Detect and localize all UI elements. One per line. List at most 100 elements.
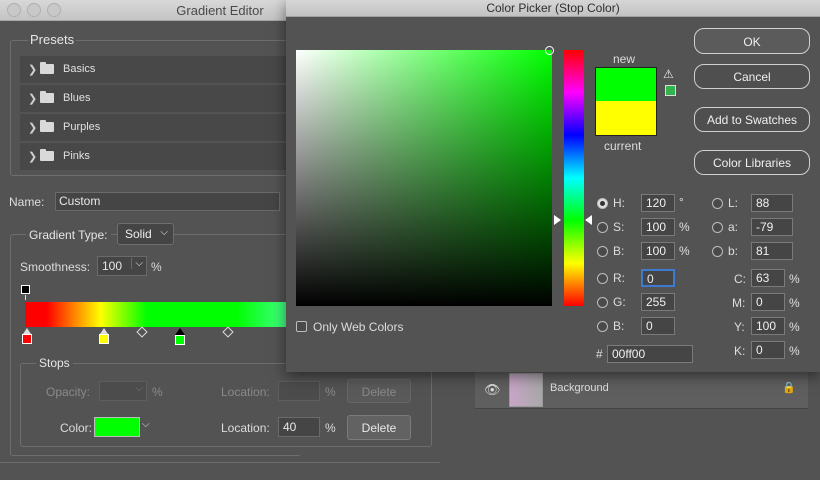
cyan-input[interactable]: 63 [751, 269, 785, 287]
a-channel-radio[interactable] [712, 222, 723, 233]
new-color-swatch [595, 67, 657, 102]
folder-icon [40, 149, 54, 161]
green-radio[interactable] [597, 297, 608, 308]
b-channel-radio[interactable] [712, 246, 723, 257]
opacity-stop-marker[interactable] [21, 285, 30, 294]
preset-folder-label: Pinks [63, 150, 90, 162]
hex-label: # [596, 347, 603, 361]
yellow-unit: % [789, 320, 800, 334]
hue-slider-right-arrow[interactable] [585, 215, 592, 225]
opacity-location-input-disabled [278, 381, 320, 401]
preset-folder-label: Blues [63, 92, 91, 104]
chevron-right-icon[interactable]: ❯ [28, 92, 37, 105]
gradient-type-value: Solid [125, 227, 152, 241]
black-input[interactable]: 0 [751, 341, 785, 359]
layer-row-background[interactable]: 👁 Background 🔒 [475, 372, 808, 408]
b-channel-input[interactable]: 81 [751, 242, 793, 260]
hue-slider[interactable] [564, 50, 584, 306]
gradient-preview-bar[interactable] [25, 302, 295, 327]
preset-folder-blues[interactable]: ❯ Blues [20, 85, 286, 112]
lock-icon: 🔒 [782, 382, 796, 394]
lightness-input[interactable]: 88 [751, 194, 793, 212]
blue-input[interactable]: 0 [641, 317, 675, 335]
layer-name: Background [550, 382, 609, 394]
gradient-type-dropdown[interactable]: Solid ⌵ [117, 223, 174, 245]
gradient-type-label: Gradient Type: [26, 228, 111, 242]
color-field[interactable] [296, 50, 552, 306]
yellow-label: Y: [734, 320, 745, 334]
color-stop-green[interactable] [175, 335, 185, 345]
red-radio[interactable] [597, 273, 608, 284]
brightness-label: B: [613, 244, 625, 258]
only-web-colors-checkbox[interactable] [296, 321, 307, 332]
color-field-cursor[interactable] [545, 46, 554, 55]
green-input[interactable]: 255 [641, 293, 675, 311]
brightness-radio[interactable] [597, 246, 608, 257]
smoothness-input[interactable]: 100 ⌵ [97, 256, 147, 276]
lightness-radio[interactable] [712, 198, 723, 209]
color-stop-caret-selected [175, 328, 185, 335]
hex-input[interactable]: 00ff00 [607, 345, 693, 363]
eye-icon[interactable]: 👁 [484, 382, 501, 398]
chevron-down-icon[interactable]: ⌵ [142, 419, 150, 430]
hue-radio[interactable] [597, 198, 608, 209]
color-stop-yellow[interactable] [99, 334, 109, 344]
new-color-label: new [613, 52, 636, 66]
gradient-name-input[interactable]: Custom [55, 192, 280, 211]
chevron-down-icon: ⌵ [135, 383, 143, 394]
color-picker-titlebar: Color Picker (Stop Color) [286, 0, 820, 17]
color-picker-title: Color Picker (Stop Color) [486, 1, 620, 15]
folder-icon [40, 62, 54, 74]
chevron-right-icon[interactable]: ❯ [28, 150, 37, 163]
blue-label: B: [613, 319, 625, 333]
color-location-unit: % [325, 421, 336, 435]
smoothness-value: 100 [102, 259, 123, 273]
chevron-right-icon[interactable]: ❯ [28, 63, 37, 76]
brightness-unit: % [679, 244, 690, 258]
color-libraries-button[interactable]: Color Libraries [694, 150, 810, 175]
chevron-down-icon[interactable]: ⌵ [131, 258, 143, 269]
current-color-label: current [604, 139, 642, 153]
magenta-unit: % [789, 296, 800, 310]
current-color-swatch[interactable] [595, 101, 657, 136]
brightness-input[interactable]: 100 [641, 242, 675, 260]
red-label: R: [613, 271, 625, 285]
divider [0, 462, 440, 463]
preset-folder-basics[interactable]: ❯ Basics [20, 56, 286, 83]
saturation-label: S: [613, 220, 625, 234]
yellow-input[interactable]: 100 [751, 317, 785, 335]
ok-button[interactable]: OK [694, 28, 810, 54]
magenta-input[interactable]: 0 [751, 293, 785, 311]
hue-input[interactable]: 120 [641, 194, 675, 212]
divider [475, 408, 808, 409]
color-location-input[interactable]: 40 [278, 417, 320, 437]
color-stop-red[interactable] [22, 334, 32, 344]
magenta-label: M: [732, 296, 746, 310]
chevron-right-icon[interactable]: ❯ [28, 121, 37, 134]
gamut-warning-icon[interactable]: ⚠ [663, 67, 674, 81]
stops-label: Stops [36, 356, 73, 370]
cancel-button[interactable]: Cancel [694, 64, 810, 89]
b-channel-label: b: [728, 244, 739, 258]
layer-thumbnail [509, 373, 543, 407]
a-channel-input[interactable]: -79 [751, 218, 793, 236]
preset-folder-pinks[interactable]: ❯ Pinks [20, 143, 286, 170]
saturation-radio[interactable] [597, 222, 608, 233]
a-channel-label: a: [728, 220, 739, 234]
opacity-location-unit: % [325, 385, 336, 399]
preset-folder-label: Purples [63, 121, 101, 133]
stop-color-swatch[interactable] [94, 417, 140, 437]
gamut-correction-swatch[interactable] [665, 85, 676, 96]
cyan-label: C: [734, 272, 746, 286]
opacity-location-label: Location: [221, 385, 270, 399]
blue-radio[interactable] [597, 321, 608, 332]
cyan-unit: % [789, 272, 800, 286]
add-to-swatches-button[interactable]: Add to Swatches [694, 107, 810, 132]
saturation-input[interactable]: 100 [641, 218, 675, 236]
smoothness-label: Smoothness: [20, 260, 91, 274]
hue-label: H: [613, 196, 625, 210]
preset-folder-purples[interactable]: ❯ Purples [20, 114, 286, 141]
hue-slider-left-arrow[interactable] [554, 215, 561, 225]
color-delete-button[interactable]: Delete [347, 415, 411, 440]
red-input[interactable]: 0 [641, 269, 675, 287]
